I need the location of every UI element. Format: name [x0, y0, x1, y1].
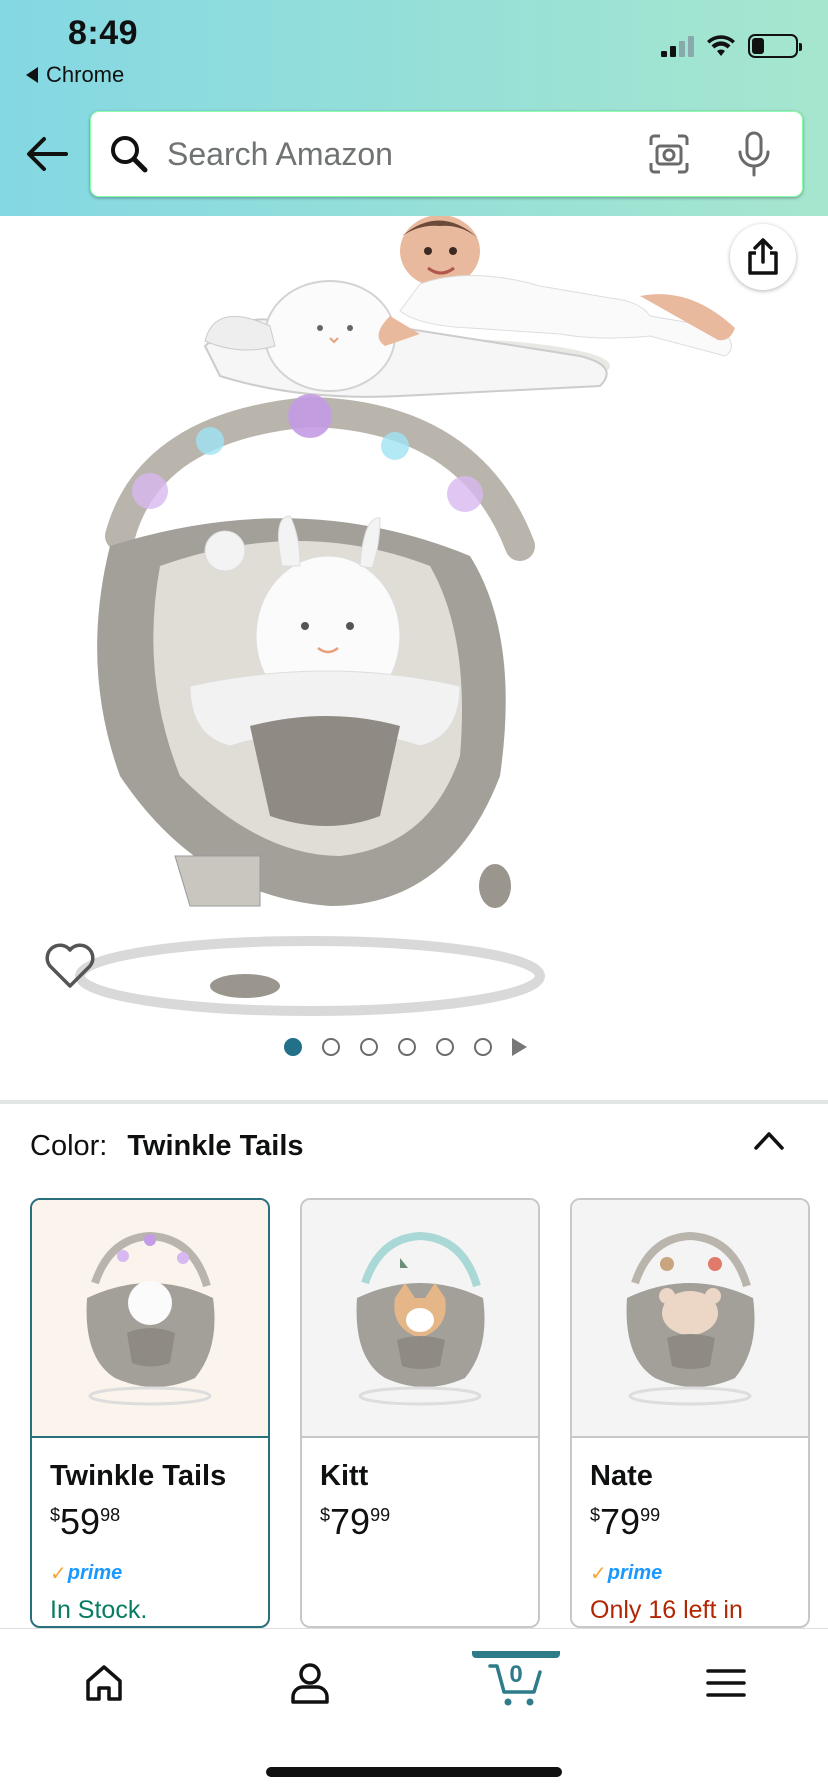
- page-dot-5[interactable]: [436, 1038, 454, 1056]
- prime-check-icon: ✓: [590, 1563, 607, 1585]
- back-arrow-icon[interactable]: [24, 136, 68, 172]
- battery-icon: [748, 34, 802, 58]
- product-image: [75, 216, 735, 1016]
- microphone-icon[interactable]: [736, 130, 772, 178]
- back-app-label: Chrome: [46, 62, 125, 87]
- cart-count: 0: [509, 1661, 523, 1688]
- camera-icon[interactable]: [648, 133, 690, 175]
- swatch-name: Twinkle Tails: [50, 1460, 227, 1492]
- stock-status: Only 16 left in: [590, 1596, 743, 1624]
- app-header: 8:49 Chrome: [0, 0, 828, 216]
- swatch-image: [302, 1200, 538, 1438]
- stock-status: In Stock.: [50, 1596, 148, 1624]
- search-input[interactable]: [167, 135, 627, 173]
- share-button[interactable]: [730, 224, 796, 290]
- prime-check-icon: ✓: [50, 1563, 67, 1585]
- swatch-price: $ 79 99: [320, 1501, 391, 1542]
- bottom-navigation: 0: [0, 1628, 828, 1792]
- image-pagination: [284, 1038, 527, 1056]
- nav-menu[interactable]: [686, 1653, 766, 1713]
- swatch-price: $ 59 98: [50, 1501, 121, 1542]
- page-dot-3[interactable]: [360, 1038, 378, 1056]
- page-dot-2[interactable]: [322, 1038, 340, 1056]
- search-icon: [111, 136, 148, 173]
- home-icon: [86, 1665, 122, 1701]
- swatch-nate[interactable]: Nate $ 79 99 ✓ prime Only 16 left in: [570, 1198, 810, 1628]
- nav-account[interactable]: [270, 1653, 350, 1713]
- prime-badge: ✓ prime: [50, 1562, 123, 1585]
- play-next-icon[interactable]: [512, 1038, 527, 1056]
- color-swatches: Twinkle Tails $ 59 98 ✓ prime In Stock. K…: [30, 1198, 810, 1628]
- back-triangle-icon: [26, 67, 38, 83]
- nav-cart[interactable]: 0: [472, 1651, 560, 1713]
- swatch-twinkle-tails[interactable]: Twinkle Tails $ 59 98 ✓ prime In Stock.: [30, 1198, 270, 1628]
- prime-badge: ✓ prime: [590, 1562, 663, 1585]
- cellular-signal-icon: [661, 35, 694, 57]
- swatch-image: [572, 1200, 808, 1438]
- swatch-name: Nate: [590, 1460, 653, 1492]
- product-image-gallery[interactable]: [0, 216, 828, 1098]
- swatch-name: Kitt: [320, 1460, 369, 1492]
- account-icon: [291, 1663, 329, 1704]
- swatch-image: [32, 1200, 268, 1438]
- status-time: 8:49: [68, 14, 139, 52]
- color-selection-header: Color: Twinkle Tails: [30, 1130, 304, 1163]
- section-divider: [0, 1100, 828, 1104]
- page-dot-6[interactable]: [474, 1038, 492, 1056]
- color-label: Color:: [30, 1130, 108, 1162]
- bouncer-thumbnail-image: [356, 1231, 485, 1406]
- home-indicator[interactable]: [266, 1767, 562, 1777]
- page-dot-4[interactable]: [398, 1038, 416, 1056]
- wifi-icon: [707, 35, 735, 56]
- page-dot-1[interactable]: [284, 1038, 302, 1056]
- back-to-chrome[interactable]: Chrome: [26, 62, 124, 88]
- status-icons: [661, 34, 802, 58]
- search-bar[interactable]: [90, 111, 803, 197]
- swatch-kitt[interactable]: Kitt $ 79 99: [300, 1198, 540, 1628]
- nav-home[interactable]: [64, 1653, 144, 1713]
- swatch-price: $ 79 99: [590, 1501, 661, 1542]
- bouncer-thumbnail-image: [86, 1231, 215, 1406]
- share-icon: [748, 238, 778, 275]
- heart-icon[interactable]: [44, 942, 96, 990]
- menu-icon: [706, 1669, 746, 1697]
- bouncer-thumbnail-image: [626, 1231, 755, 1406]
- active-tab-indicator: [472, 1651, 560, 1658]
- selected-color: Twinkle Tails: [127, 1130, 304, 1162]
- chevron-up-icon[interactable]: [752, 1128, 786, 1152]
